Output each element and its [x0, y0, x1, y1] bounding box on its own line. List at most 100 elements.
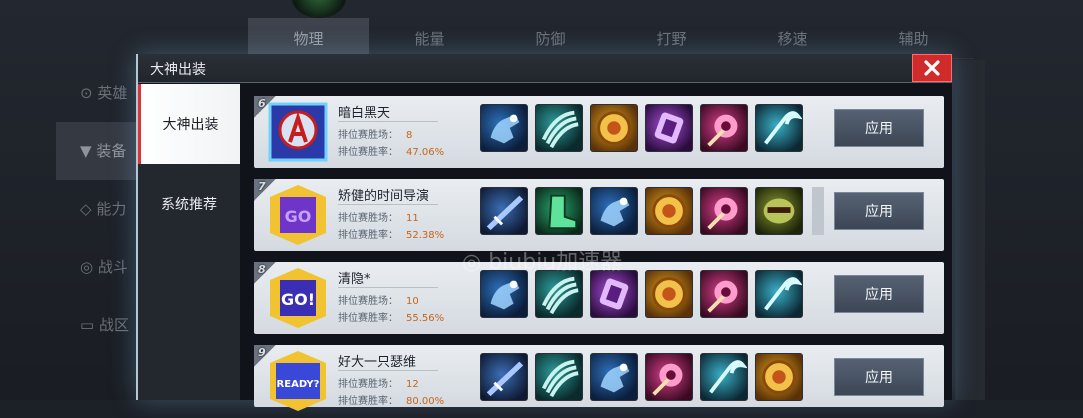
claw-icon — [541, 276, 579, 315]
claw-icon — [541, 110, 579, 149]
sidebar-item-battle[interactable]: ◎ 战斗 — [56, 238, 136, 296]
background-panel-edge — [955, 60, 985, 400]
divider — [338, 204, 438, 205]
tab-movespeed[interactable]: 移速 — [732, 18, 853, 59]
sidebar-item-hero[interactable]: ⊙ 英雄 — [56, 64, 136, 122]
pink-icon — [652, 363, 683, 396]
tab-physical[interactable]: 物理 — [248, 18, 369, 59]
builds-dialog: 大神出装 大神出装 系统推荐 6 暗白黑天 排位赛胜场： 8 排位赛胜率： 47.0… — [136, 54, 952, 411]
player-name: 清隐* — [338, 272, 371, 287]
build-card: 7 GO 矫健的时间导演 排位赛胜场： 11 排位赛胜率： 52.38% 应用 — [254, 179, 944, 251]
pink-icon — [707, 280, 738, 313]
tab-energy[interactable]: 能量 — [369, 18, 490, 59]
svg-text:GO!: GO! — [281, 290, 315, 309]
apply-button[interactable]: 应用 — [834, 109, 924, 147]
purple-icon — [599, 278, 629, 310]
build-card: 6 暗白黑天 排位赛胜场： 8 排位赛胜率： 47.06% 应用 — [254, 96, 944, 168]
close-icon — [924, 60, 940, 76]
ranked-winrate: 排位赛胜率： 52.38% — [338, 230, 445, 241]
dialog-title: 大神出装 — [150, 62, 206, 78]
divider — [338, 370, 438, 371]
gauntlet-icon — [600, 363, 630, 393]
rank-number: 7 — [258, 180, 266, 193]
item-slot[interactable] — [645, 270, 693, 318]
avengers-badge-icon — [268, 102, 328, 162]
item-slot[interactable] — [590, 270, 638, 318]
item-slot[interactable] — [480, 104, 528, 152]
item-slot[interactable] — [535, 353, 583, 401]
item-slot[interactable] — [480, 270, 528, 318]
svg-text:READY?: READY? — [277, 379, 320, 390]
scythe-icon — [764, 277, 802, 311]
tab-system-recommend[interactable]: 系统推荐 — [138, 164, 240, 244]
item-row — [480, 187, 803, 235]
scythe-icon — [764, 111, 802, 145]
coin-icon — [652, 277, 686, 311]
rank-number: 9 — [258, 346, 266, 359]
ranked-winrate: 排位赛胜率： 55.56% — [338, 313, 445, 324]
build-card: 9 READY? 好大一只瑟维 排位赛胜场： 12 排位赛胜率： 80.00% 应用 — [254, 345, 944, 411]
close-button[interactable] — [912, 54, 952, 82]
item-slot[interactable] — [590, 353, 638, 401]
sidebar-item-zone[interactable]: ▭ 战区 — [56, 296, 136, 354]
ready-badge-icon: READY? — [270, 351, 326, 411]
item-slot[interactable] — [645, 353, 693, 401]
item-slot[interactable] — [480, 353, 528, 401]
ranked-wins: 排位赛胜场： 11 — [338, 213, 419, 224]
item-slot[interactable] — [645, 187, 693, 235]
coin-icon — [762, 360, 796, 394]
rank-number: 8 — [258, 263, 266, 276]
item-row — [480, 353, 803, 401]
item-slot[interactable] — [755, 270, 803, 318]
apply-button[interactable]: 应用 — [834, 358, 924, 396]
item-slot[interactable] — [700, 104, 748, 152]
tab-jungle[interactable]: 打野 — [611, 18, 732, 59]
item-row — [480, 270, 803, 318]
item-slot[interactable] — [590, 187, 638, 235]
divider — [338, 121, 438, 122]
item-slot[interactable] — [480, 187, 528, 235]
gauntlet-icon — [600, 197, 630, 227]
pink-icon — [707, 114, 738, 147]
item-slot[interactable] — [535, 187, 583, 235]
player-name: 矫健的时间导演 — [338, 189, 430, 204]
dialog-header: 大神出装 — [138, 54, 952, 83]
tab-support[interactable]: 辅助 — [853, 18, 974, 59]
coin-icon — [652, 194, 686, 228]
item-slot[interactable] — [645, 104, 693, 152]
apply-button[interactable]: 应用 — [834, 192, 924, 230]
item-slot[interactable] — [700, 353, 748, 401]
gauntlet-icon — [490, 280, 520, 310]
blade-icon — [486, 361, 524, 397]
go-badge-purple-icon: GO — [270, 185, 326, 245]
svg-text:GO: GO — [285, 207, 312, 226]
build-list: 6 暗白黑天 排位赛胜场： 8 排位赛胜率： 47.06% 应用 7 GO 矫健的时… — [254, 96, 944, 418]
boot-icon — [548, 194, 578, 230]
item-slot[interactable] — [535, 104, 583, 152]
apply-button[interactable]: 应用 — [834, 275, 924, 313]
coin-icon — [597, 111, 631, 145]
ranked-wins: 排位赛胜场： 10 — [338, 296, 419, 307]
item-slot[interactable] — [755, 353, 803, 401]
item-slot[interactable] — [755, 104, 803, 152]
pink-icon — [707, 197, 738, 230]
claw-icon — [541, 359, 579, 398]
tab-defense[interactable]: 防御 — [490, 18, 611, 59]
tab-expert-builds[interactable]: 大神出装 — [138, 84, 240, 164]
blade-icon — [486, 195, 524, 231]
player-name: 暗白黑天 — [338, 106, 391, 121]
item-slot[interactable] — [535, 270, 583, 318]
sidebar-item-ability[interactable]: ◇ 能力 — [56, 180, 136, 238]
gauntlet-icon — [490, 114, 520, 144]
item-row — [480, 104, 803, 152]
rank-number: 6 — [258, 97, 266, 110]
ranked-wins: 排位赛胜场： 8 — [338, 130, 413, 141]
sidebar-item-equipment[interactable]: ▼ 装备 — [56, 122, 136, 180]
build-card: 8 GO! 清隐* 排位赛胜场： 10 排位赛胜率： 55.56% 应用 — [254, 262, 944, 334]
item-slot[interactable] — [700, 270, 748, 318]
item-slot[interactable] — [755, 187, 803, 235]
item-slot[interactable] — [700, 187, 748, 235]
item-slot[interactable] — [590, 104, 638, 152]
scroll-indicator — [812, 187, 824, 235]
background-sidebar: ⊙ 英雄 ▼ 装备 ◇ 能力 ◎ 战斗 ▭ 战区 — [56, 64, 136, 354]
